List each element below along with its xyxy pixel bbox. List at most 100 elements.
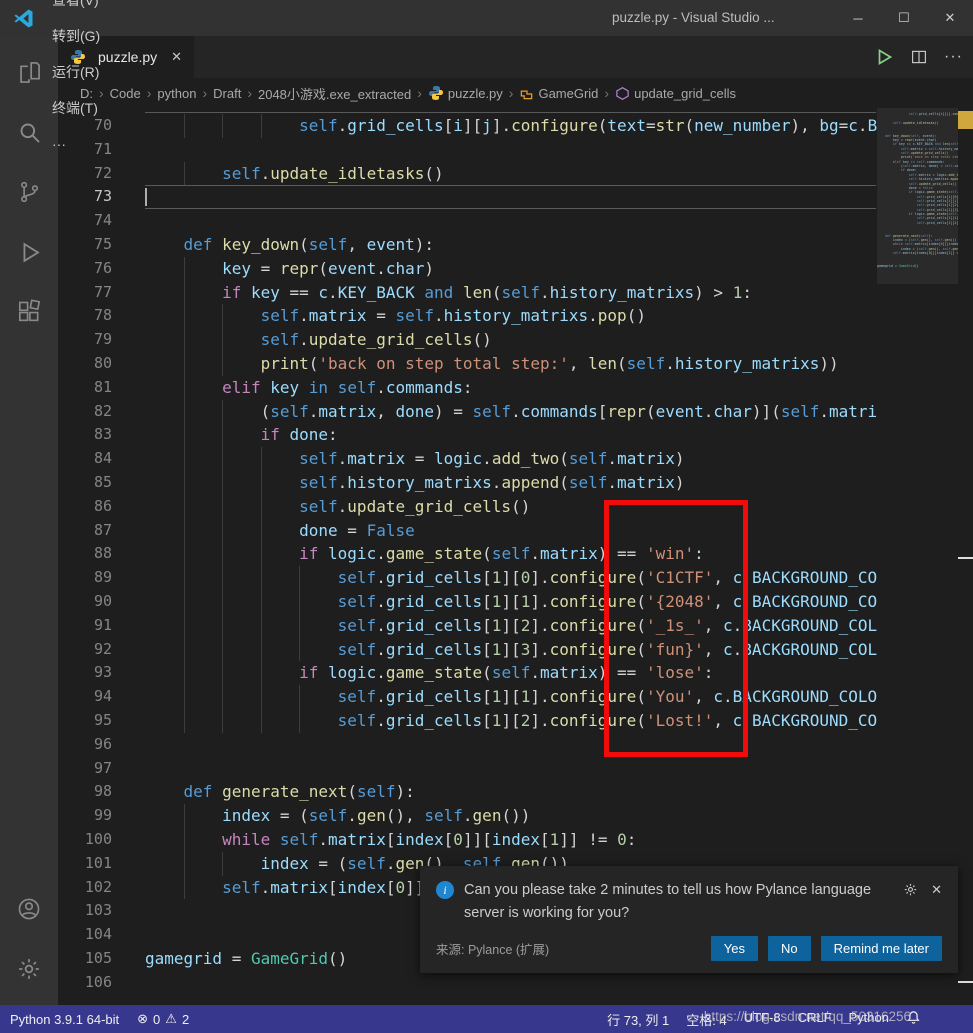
indent-guide <box>261 590 262 614</box>
status-eol[interactable]: CRLF <box>798 1010 832 1029</box>
code-line[interactable]: 106 <box>58 971 973 995</box>
indent-guide <box>184 566 185 590</box>
indent-guide <box>184 352 185 376</box>
run-button[interactable] <box>874 47 894 67</box>
code-line[interactable]: 76 key = repr(event.char) <box>58 257 973 281</box>
window-maximize-button[interactable]: ☐ <box>881 0 927 36</box>
code-line[interactable]: 91 self.grid_cells[1][2].configure('_1s_… <box>58 614 973 638</box>
code-line[interactable]: 80 print('back on step total step:', len… <box>58 352 973 376</box>
code-line[interactable]: 94 self.grid_cells[1][1].configure('You'… <box>58 685 973 709</box>
breadcrumb-item[interactable]: puzzle.py <box>428 85 503 101</box>
code-text: if key == c.KEY_BACK and len(self.histor… <box>145 281 752 305</box>
breadcrumb-item[interactable]: Draft <box>213 86 241 101</box>
split-editor-button[interactable] <box>910 48 928 66</box>
code-text: self.grid_cells[1][1].configure('You', c… <box>145 685 973 709</box>
remind-me-later-button[interactable]: Remind me later <box>821 936 942 961</box>
code-line[interactable]: 96 <box>58 733 973 757</box>
menu-item[interactable]: 查看(V) <box>43 0 109 18</box>
indent-guide <box>222 519 223 543</box>
menu-item[interactable]: 转到(G) <box>43 18 109 54</box>
code-line[interactable]: 87 done = False <box>58 519 973 543</box>
line-number: 85 <box>58 471 112 495</box>
tab-bar: puzzle.py ✕ ··· <box>58 36 973 78</box>
indent-guide <box>222 685 223 709</box>
code-line[interactable]: 93 if logic.game_state(self.matrix) == '… <box>58 661 973 685</box>
breadcrumb-label: GameGrid <box>538 86 598 101</box>
indent-guide <box>299 709 300 733</box>
code-line[interactable]: 79 self.update_grid_cells() <box>58 328 973 352</box>
line-number: 97 <box>58 757 112 781</box>
line-number: 80 <box>58 352 112 376</box>
code-line[interactable]: 86 self.update_grid_cells() <box>58 495 973 519</box>
breadcrumb-item[interactable]: GameGrid <box>519 86 598 101</box>
code-line[interactable]: 99 index = (self.gen(), self.gen()) <box>58 804 973 828</box>
line-number: 91 <box>58 614 112 638</box>
window-close-button[interactable]: ✕ <box>927 0 973 36</box>
status-cursor-position[interactable]: 行 73, 列 1 <box>607 1010 669 1029</box>
code-line[interactable]: 90 self.grid_cells[1][1].configure('{204… <box>58 590 973 614</box>
indent-guide <box>184 471 185 495</box>
menu-item[interactable]: ··· <box>43 126 109 162</box>
breadcrumb-item[interactable]: 2048小游戏.exe_extracted <box>258 84 411 103</box>
settings-gear-icon[interactable] <box>0 939 58 999</box>
code-line[interactable]: 73 <box>58 185 973 209</box>
indent-guide <box>222 614 223 638</box>
code-line[interactable]: 92 self.grid_cells[1][3].configure('fun}… <box>58 638 973 662</box>
tab-close-icon[interactable]: ✕ <box>171 49 182 65</box>
extensions-icon[interactable] <box>0 282 58 342</box>
code-line[interactable]: 100 while self.matrix[index[0]][index[1]… <box>58 828 973 852</box>
breadcrumb-item[interactable]: update_grid_cells <box>615 86 736 101</box>
indent-guide <box>261 519 262 543</box>
code-line[interactable]: 84 self.matrix = logic.add_two(self.matr… <box>58 447 973 471</box>
scrollbar-marker-warning <box>958 111 973 129</box>
code-line[interactable]: 83 if done: <box>58 423 973 447</box>
run-debug-icon[interactable] <box>0 222 58 282</box>
window-minimize-button[interactable]: ─ <box>835 0 881 36</box>
code-line[interactable]: 98 def generate_next(self): <box>58 780 973 804</box>
menu-item[interactable]: 终端(T) <box>43 90 109 126</box>
account-icon[interactable] <box>0 879 58 939</box>
notifications-bell-icon[interactable] <box>906 1010 921 1028</box>
indent-guide <box>184 638 185 662</box>
line-number: 84 <box>58 447 112 471</box>
code-line[interactable]: 78 self.matrix = self.history_matrixs.po… <box>58 304 973 328</box>
status-python-version[interactable]: Python 3.9.1 64-bit <box>10 1012 119 1027</box>
code-line[interactable]: 82 (self.matrix, done) = self.commands[r… <box>58 400 973 424</box>
status-language[interactable]: Python <box>849 1010 889 1029</box>
more-actions-button[interactable]: ··· <box>944 48 963 66</box>
code-line[interactable]: 95 self.grid_cells[1][2].configure('Lost… <box>58 709 973 733</box>
breadcrumb-item[interactable]: Code <box>110 86 141 101</box>
menu-item[interactable]: 运行(R) <box>43 54 109 90</box>
breadcrumb-item[interactable]: python <box>157 86 196 101</box>
activity-bar <box>0 36 58 1005</box>
source-control-icon[interactable] <box>0 162 58 222</box>
overview-ruler[interactable] <box>958 108 973 1005</box>
code-line[interactable]: 97 <box>58 757 973 781</box>
code-line[interactable]: 85 self.history_matrixs.append(self.matr… <box>58 471 973 495</box>
indent-guide <box>222 423 223 447</box>
status-indentation[interactable]: 空格: 4 <box>686 1010 726 1029</box>
yes-button[interactable]: Yes <box>711 936 758 961</box>
vscode-logo-icon <box>12 7 35 30</box>
line-number: 86 <box>58 495 112 519</box>
notification-settings-gear-icon[interactable] <box>903 882 918 897</box>
indent-guide <box>299 638 300 662</box>
notification-close-icon[interactable]: ✕ <box>931 882 942 898</box>
status-encoding[interactable]: UTF-8 <box>744 1010 781 1029</box>
code-line[interactable]: 77 if key == c.KEY_BACK and len(self.his… <box>58 281 973 305</box>
no-button[interactable]: No <box>768 936 811 961</box>
status-problems[interactable]: ⊗0 ⚠2 <box>137 1011 189 1027</box>
code-line[interactable]: 74 <box>58 209 973 233</box>
code-line[interactable]: 81 elif key in self.commands: <box>58 376 973 400</box>
code-line[interactable]: 72 self.update_idletasks() <box>58 162 973 186</box>
code-line[interactable]: 89 self.grid_cells[1][0].configure('C1CT… <box>58 566 973 590</box>
code-line[interactable]: 75 def key_down(self, event): <box>58 233 973 257</box>
window-controls: ─☐✕ <box>835 0 973 36</box>
code-line[interactable]: 71 <box>58 138 973 162</box>
code-line[interactable]: 88 if logic.game_state(self.matrix) == '… <box>58 542 973 566</box>
code-line[interactable]: 70 self.grid_cells[i][j].configure(text=… <box>58 114 973 138</box>
indent-guide <box>184 162 185 186</box>
code-text: elif key in self.commands: <box>145 376 473 400</box>
code-text: self.matrix = self.history_matrixs.pop() <box>145 304 646 328</box>
minimap-slider[interactable] <box>877 108 958 284</box>
